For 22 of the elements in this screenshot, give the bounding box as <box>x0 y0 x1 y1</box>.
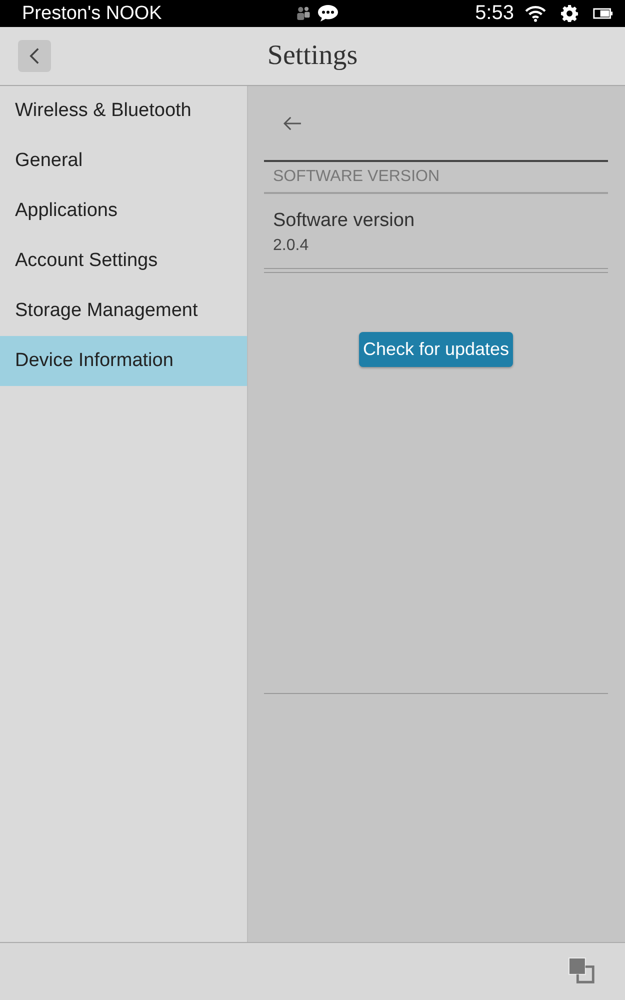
screen-title: Settings <box>267 40 358 72</box>
sidebar-item[interactable]: Device Information <box>0 336 247 386</box>
clock-time: 5:53 <box>475 2 514 25</box>
section-header: SOFTWARE VERSION <box>272 167 441 187</box>
wifi-icon <box>524 5 547 22</box>
back-button[interactable] <box>18 40 51 72</box>
people-icon <box>296 6 310 20</box>
chevron-left-icon <box>29 47 40 65</box>
battery-icon <box>593 8 613 19</box>
sidebar-item[interactable]: Applications <box>0 186 247 236</box>
back-arrow-icon[interactable] <box>283 116 302 130</box>
sidebar-item[interactable]: Wireless & Bluetooth <box>0 86 247 136</box>
sidebar-item[interactable]: General <box>0 136 247 186</box>
sidebar-item[interactable]: Storage Management <box>0 286 247 336</box>
sidebar-item[interactable]: Account Settings <box>0 236 247 286</box>
setting-title: Software version <box>273 210 416 232</box>
settings-icon <box>561 5 578 22</box>
chat-bubble-icon <box>317 4 339 22</box>
device-name: Preston's NOOK <box>22 2 162 24</box>
setting-value: 2.0.4 <box>273 236 310 256</box>
check-updates-button[interactable]: Check for updates <box>358 332 514 367</box>
overlapping-squares-icon[interactable] <box>568 957 597 986</box>
